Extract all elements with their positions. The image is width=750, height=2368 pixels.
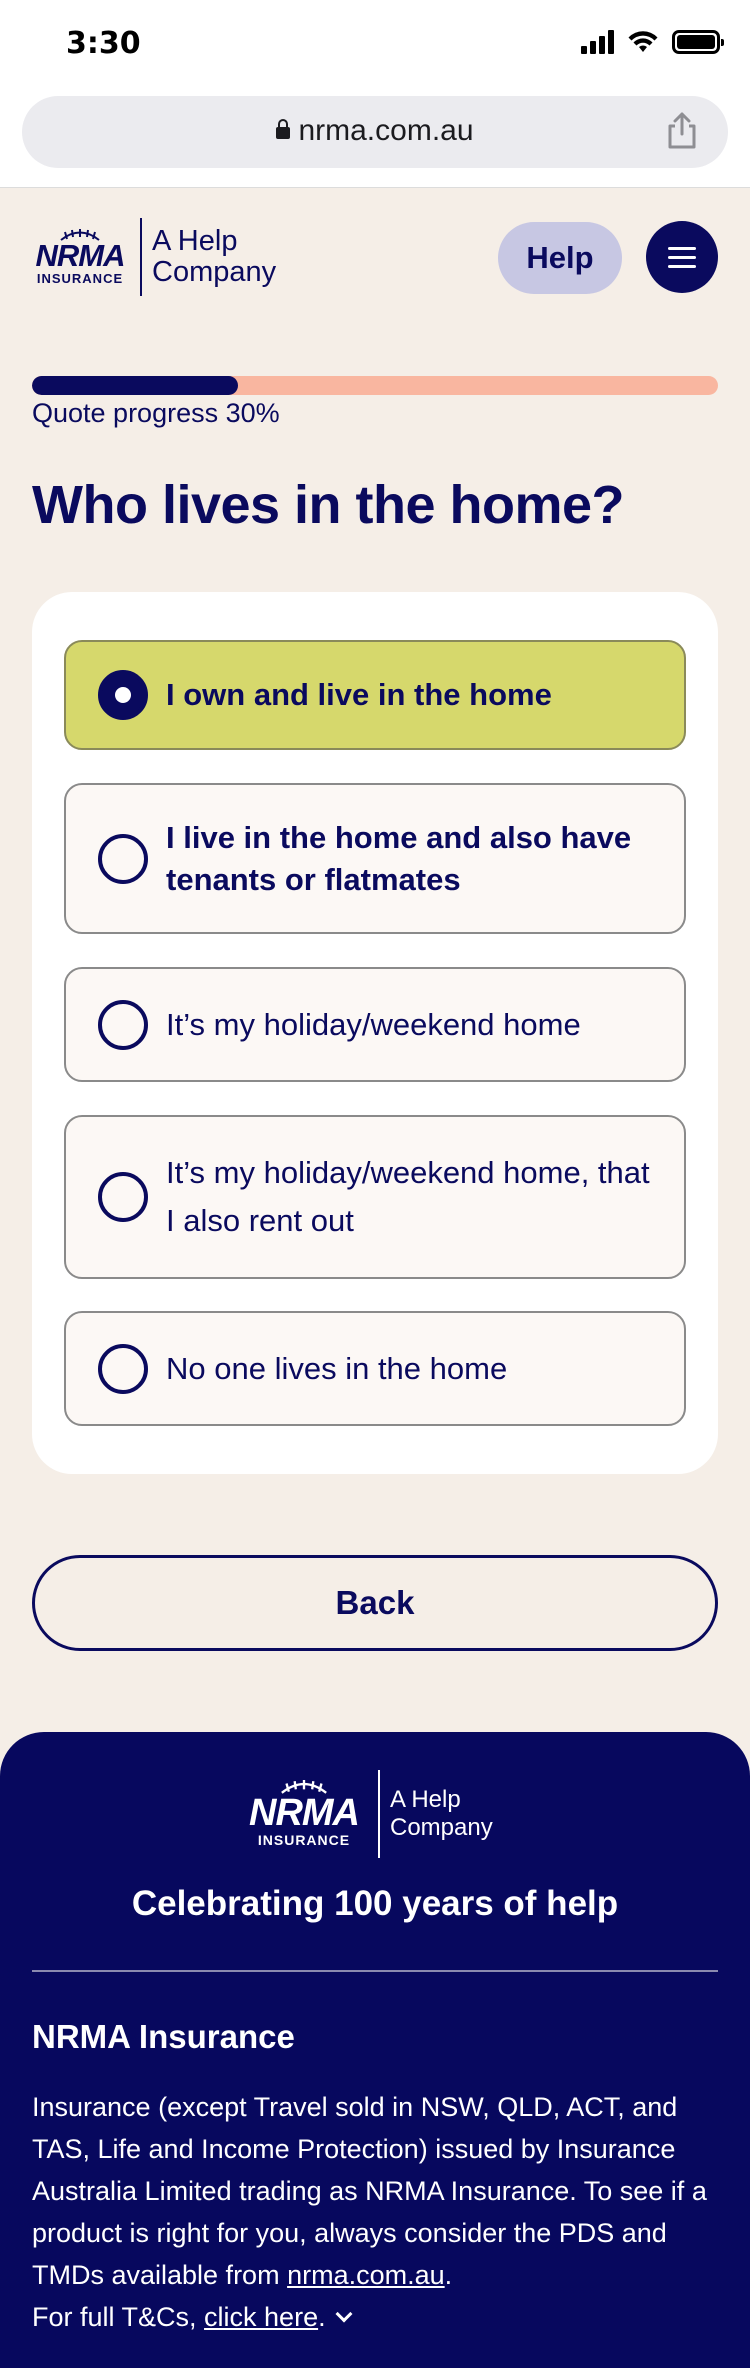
chevron-down-icon[interactable] (335, 2305, 353, 2323)
nrma-logo[interactable]: NRMA INSURANCE A Help Company (32, 218, 276, 296)
url-text: nrma.com.au (298, 114, 474, 147)
status-time: 3:30 (66, 26, 141, 61)
option-holiday-home[interactable]: It’s my holiday/weekend home (64, 967, 686, 1082)
logo-insurance-text: INSURANCE (36, 270, 124, 286)
url-display[interactable]: nrma.com.au (22, 114, 728, 148)
logo-wordmark: NRMA (35, 237, 126, 273)
logo-mark: NRMA INSURANCE (32, 228, 128, 286)
help-button[interactable]: Help (498, 222, 622, 294)
radio-selected-icon (98, 670, 148, 720)
footer-logo-mark: NRMA INSURANCE (242, 1780, 366, 1848)
footer-tagline-line-1: A Help (390, 1786, 461, 1813)
footer-logo-wordmark: NRMA (249, 1792, 360, 1834)
radio-unselected-icon (98, 999, 148, 1050)
footer-heading: NRMA Insurance (32, 2018, 295, 2055)
footer-slogan: Celebrating 100 years of help (131, 1884, 619, 1923)
option-label: It’s my holiday/weekend home (166, 1006, 581, 1042)
option-own-and-live[interactable]: I own and live in the home (64, 640, 686, 750)
back-button[interactable]: Back (32, 1555, 718, 1651)
option-holiday-home-rented[interactable]: It’s my holiday/weekend home, that I als… (64, 1115, 686, 1279)
option-label: I own and live in the home (166, 677, 552, 712)
page-title: Who lives in the home? (32, 475, 625, 535)
address-bar[interactable]: nrma.com.au (22, 96, 728, 168)
radio-unselected-icon (98, 1343, 148, 1394)
lock-icon (276, 119, 291, 139)
option-label: No one lives in the home (166, 1350, 508, 1386)
site-header: NRMA INSURANCE A Help Company Help (0, 190, 750, 330)
option-label: I live in the home and also have tenants… (166, 819, 632, 897)
footer-logo-insurance-text: INSURANCE (257, 1832, 351, 1848)
tcs-text: For full T&Cs, (32, 2302, 205, 2332)
tagline-line-2: Company (152, 256, 277, 288)
footer-logo-tagline: A Help Company (390, 1786, 493, 1842)
tagline-line-1: A Help (152, 225, 238, 257)
options-card: I own and live in the home I live in the… (32, 592, 718, 1474)
logo-tagline: A Help Company (152, 226, 276, 288)
logo-divider (140, 218, 142, 296)
site-footer: NRMA INSURANCE A Help Company Celebratin… (0, 1732, 750, 2368)
footer-divider (32, 1970, 718, 1972)
footer-disclaimer: Insurance (except Travel sold in NSW, QL… (32, 2092, 707, 2332)
option-no-one-lives[interactable]: No one lives in the home (64, 1311, 686, 1426)
radio-unselected-icon (98, 833, 148, 884)
option-label: It’s my holiday/weekend home, that I als… (166, 1155, 650, 1238)
footer-logo-divider (378, 1770, 380, 1858)
footer-tagline-line-2: Company (390, 1814, 493, 1841)
browser-url-area: nrma.com.au (0, 90, 750, 188)
radio-unselected-icon (98, 1172, 148, 1222)
share-icon[interactable] (664, 110, 700, 150)
hamburger-icon (668, 247, 696, 250)
cellular-signal-icon (581, 30, 614, 54)
nrma-site-link[interactable]: nrma.com.au (287, 2260, 445, 2290)
tcs-link[interactable]: click here (204, 2302, 318, 2332)
quote-progress-label: Quote progress 30% (32, 398, 280, 428)
option-tenants-or-flatmates[interactable]: I live in the home and also have tenants… (64, 783, 686, 934)
wifi-icon (628, 31, 658, 52)
footer-logo[interactable]: NRMA INSURANCE A Help Company (242, 1770, 493, 1858)
quote-progress-fill (32, 376, 238, 395)
battery-icon (672, 30, 724, 54)
status-bar: 3:30 (0, 0, 750, 90)
quote-progress-bar (32, 376, 718, 395)
menu-button[interactable] (646, 221, 718, 293)
status-icons (581, 30, 724, 54)
